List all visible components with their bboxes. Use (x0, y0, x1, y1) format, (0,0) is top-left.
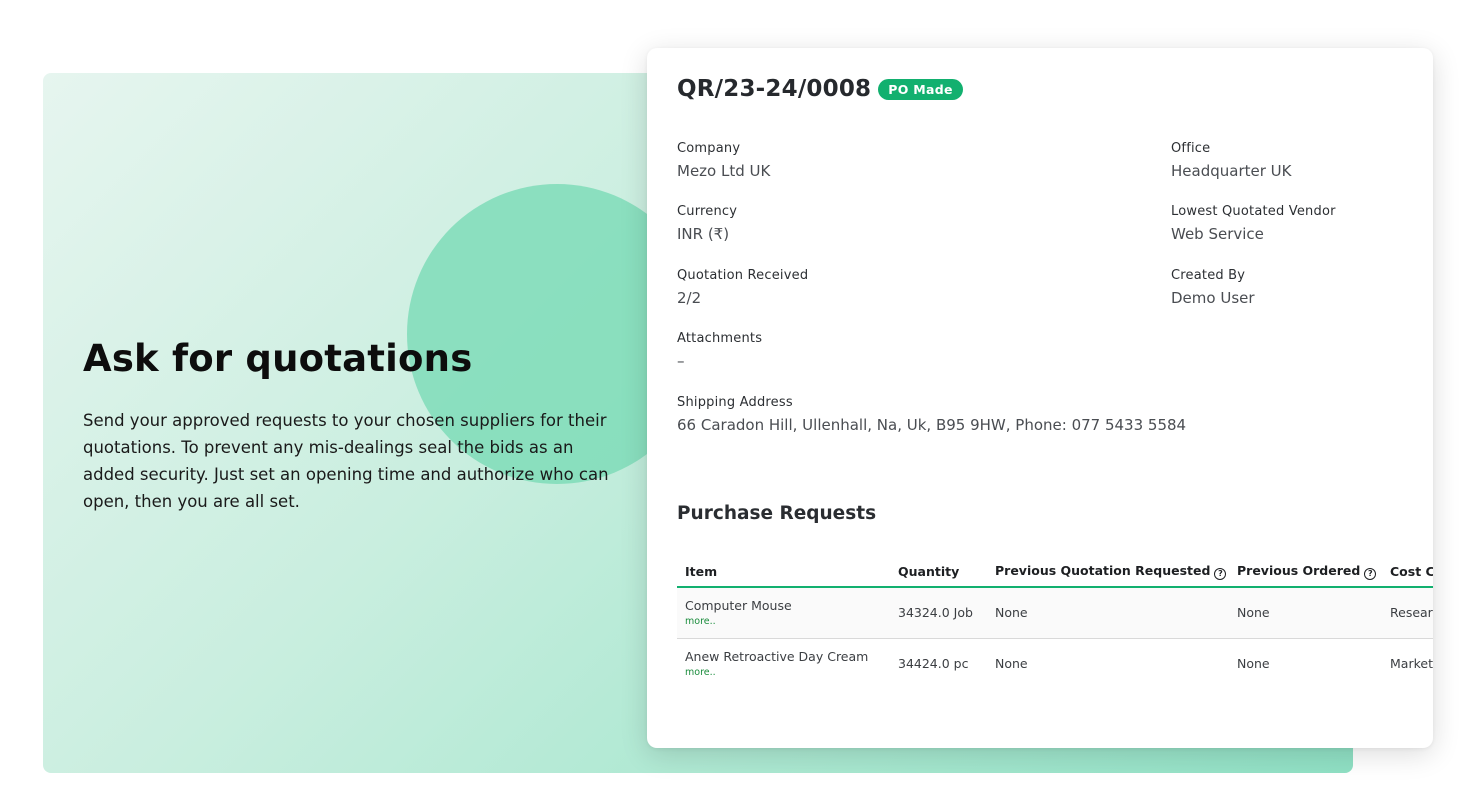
status-badge: PO Made (878, 78, 963, 100)
cell-item: Anew Retroactive Day Cream more.. (677, 638, 890, 689)
field-value: 2/2 (677, 289, 702, 307)
cell-cost-center: Research (1382, 587, 1433, 639)
more-link[interactable]: more.. (685, 667, 882, 678)
item-name: Anew Retroactive Day Cream (685, 649, 869, 665)
column-header-previous-ordered[interactable]: Previous Ordered? (1229, 557, 1382, 588)
section-title-purchase-requests: Purchase Requests (677, 503, 877, 524)
cell-previous-ordered: None (1229, 638, 1382, 689)
field-label: Currency (677, 204, 738, 219)
field-shipping-address: Shipping Address 66 Caradon Hill, Ullenh… (677, 394, 1186, 435)
field-value: 66 Caradon Hill, Ullenhall, Na, Uk, B95 … (677, 416, 1187, 434)
quotation-id: QR/23-24/0008 (677, 76, 872, 102)
cell-quantity: 34324.0 Job (890, 587, 987, 639)
field-value: Mezo Ltd UK (677, 162, 771, 180)
field-quotation-received: Quotation Received 2/2 (677, 267, 808, 308)
hero-description: Send your approved requests to your chos… (83, 411, 609, 511)
column-header-label: Previous Ordered (1237, 563, 1361, 578)
question-circle-icon[interactable]: ? (1364, 568, 1377, 580)
cell-previous-quotation: None (987, 638, 1229, 689)
item-name: Computer Mouse (685, 598, 792, 614)
more-link[interactable]: more.. (685, 616, 882, 627)
column-header-item[interactable]: Item (677, 557, 890, 588)
field-created-by: Created By Demo User (1171, 267, 1255, 308)
field-label: Office (1171, 141, 1211, 156)
purchase-requests-table-wrapper: Item Quantity Previous Quotation Request… (677, 557, 1433, 689)
table-row[interactable]: Computer Mouse more.. 34324.0 Job None N… (677, 587, 1433, 639)
column-header-previous-quotation[interactable]: Previous Quotation Requested? (987, 557, 1229, 588)
field-value: Demo User (1171, 289, 1255, 307)
field-attachments: Attachments – (677, 330, 762, 371)
purchase-requests-table: Item Quantity Previous Quotation Request… (677, 557, 1433, 689)
field-label: Company (677, 141, 741, 156)
field-currency: Currency INR (₹) (677, 203, 737, 244)
field-value: Headquarter UK (1171, 162, 1292, 180)
field-label: Shipping Address (677, 395, 793, 410)
table-header-row: Item Quantity Previous Quotation Request… (677, 557, 1433, 588)
field-value: Web Service (1171, 225, 1264, 243)
field-label: Quotation Received (677, 268, 809, 283)
field-value: – (677, 352, 685, 370)
cell-previous-ordered: None (1229, 587, 1382, 639)
field-label: Attachments (677, 331, 763, 346)
cell-item: Computer Mouse more.. (677, 587, 890, 639)
cell-quantity: 34424.0 pc (890, 638, 987, 689)
column-header-quantity[interactable]: Quantity (890, 557, 987, 588)
field-value: INR (₹) (677, 225, 730, 243)
field-company: Company Mezo Ltd UK (677, 140, 770, 181)
cell-cost-center: Marketing (1382, 638, 1433, 689)
hero-title: Ask for quotations (83, 337, 473, 380)
field-label: Lowest Quotated Vendor (1171, 204, 1336, 219)
column-header-label: Previous Quotation Requested (995, 563, 1211, 578)
field-lowest-vendor: Lowest Quotated Vendor Web Service (1171, 203, 1336, 244)
quotation-card: QR/23-24/0008 PO Made Company Mezo Ltd U… (647, 48, 1433, 748)
field-office: Office Headquarter UK (1171, 140, 1291, 181)
cell-previous-quotation: None (987, 587, 1229, 639)
column-header-cost-center[interactable]: Cost Center (1382, 557, 1433, 588)
table-row[interactable]: Anew Retroactive Day Cream more.. 34424.… (677, 638, 1433, 689)
hero-text-block: Ask for quotations Send your approved re… (83, 335, 623, 515)
question-circle-icon[interactable]: ? (1214, 568, 1227, 580)
field-label: Created By (1171, 268, 1246, 283)
quotation-header: QR/23-24/0008 PO Made (677, 76, 963, 102)
